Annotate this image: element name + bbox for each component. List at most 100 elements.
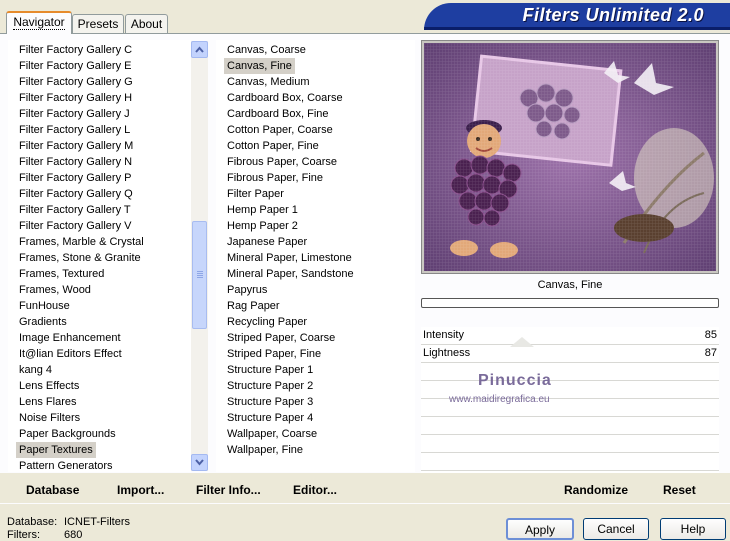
status-database-label: Database: [7,516,58,528]
list-item[interactable]: Mineral Paper, Limestone [224,250,355,266]
list-item[interactable]: Mineral Paper, Sandstone [224,266,357,282]
database-button[interactable]: Database [26,482,79,498]
chevron-down-icon [195,459,204,466]
param-value: 87 [704,347,717,359]
import-button[interactable]: Import... [117,482,164,498]
reset-button[interactable]: Reset [663,482,696,498]
list-item[interactable]: Rag Paper [224,298,283,314]
param-value: 85 [704,329,717,341]
list-item[interactable]: Filter Factory Gallery T [16,202,134,218]
list-item[interactable]: Structure Paper 4 [224,410,316,426]
watermark-url: www.maidiregrafica.eu [449,394,550,405]
scroll-up-button[interactable] [191,41,208,58]
list-item[interactable]: Filter Factory Gallery C [16,42,135,58]
list-item[interactable]: Cardboard Box, Coarse [224,90,346,106]
list-item[interactable]: Structure Paper 2 [224,378,316,394]
scroll-grip-icon [197,271,203,279]
preview-frame [421,40,719,274]
status-filters-label: Filters: [7,529,40,541]
list-item[interactable]: Filter Factory Gallery H [16,90,135,106]
scroll-down-button[interactable] [191,454,208,471]
list-item[interactable]: Frames, Wood [16,282,94,298]
list-item[interactable]: Papyrus [224,282,270,298]
tab-presets-label: Presets [77,17,119,31]
list-item[interactable]: Cotton Paper, Fine [224,138,322,154]
list-item[interactable]: Image Enhancement [16,330,124,346]
preview-image[interactable] [424,43,716,271]
list-item[interactable]: Wallpaper, Fine [224,442,306,458]
title-banner: Filters Unlimited 2.0 [424,3,730,30]
list-item[interactable]: Paper Backgrounds [16,426,119,442]
selected-filter-name: Canvas, Fine [537,279,603,291]
list-item[interactable]: Filter Factory Gallery N [16,154,135,170]
filter-info-button[interactable]: Filter Info... [196,482,261,498]
category-scrollbar[interactable] [191,41,208,471]
status-filters: Filters: 680 [7,529,82,541]
database-label: Database [26,483,80,497]
param-row-empty [421,435,719,453]
list-item[interactable]: Structure Paper 3 [224,394,316,410]
list-item[interactable]: Frames, Textured [16,266,107,282]
tab-about[interactable]: About [125,14,168,33]
scroll-thumb[interactable] [192,221,207,329]
tab-navigator[interactable]: Navigator [6,11,72,34]
tab-presets[interactable]: Presets [72,14,124,33]
list-item[interactable]: Cotton Paper, Coarse [224,122,336,138]
status-database: Database: ICNET-Filters [7,516,130,528]
filter-info-label: Filter Info... [196,483,261,497]
list-item[interactable]: Striped Paper, Coarse [224,330,338,346]
list-item[interactable]: Lens Effects [16,378,82,394]
status-database-value: ICNET-Filters [64,516,130,528]
list-item[interactable]: FunHouse [16,298,73,314]
list-item[interactable]: Filter Factory Gallery P [16,170,134,186]
chevron-up-icon [195,46,204,53]
list-item[interactable]: Fibrous Paper, Coarse [224,154,340,170]
list-item[interactable]: Hemp Paper 2 [224,218,301,234]
list-item[interactable]: Hemp Paper 1 [224,202,301,218]
editor-button[interactable]: Editor... [293,482,337,498]
list-item[interactable]: Recycling Paper [224,314,310,330]
list-item[interactable]: Structure Paper 1 [224,362,316,378]
param-name: Lightness [423,347,471,359]
watermark-name: Pinuccia [478,372,552,389]
banner-title: Filters Unlimited 2.0 [522,5,704,25]
list-item[interactable]: It@lian Editors Effect [16,346,125,362]
list-item[interactable]: Frames, Stone & Granite [16,250,144,266]
randomize-button[interactable]: Randomize [564,482,628,498]
editor-label: Editor... [293,483,338,497]
list-item[interactable]: Filter Factory Gallery G [16,74,136,90]
list-item[interactable]: Pattern Generators [16,458,116,472]
list-item[interactable]: Wallpaper, Coarse [224,426,320,442]
list-item[interactable]: Filter Factory Gallery V [16,218,134,234]
list-item[interactable]: Filter Factory Gallery J [16,106,133,122]
list-item[interactable]: Gradients [16,314,70,330]
randomize-label: Randomize [564,483,629,497]
list-item[interactable]: Canvas, Coarse [224,42,309,58]
filter-list[interactable]: Canvas, Coarse Canvas, Fine Canvas, Medium… [216,40,415,472]
param-row-empty [421,453,719,471]
category-list[interactable]: Filter Factory Gallery C Filter Factory G… [8,40,191,472]
list-item[interactable]: Filter Paper [224,186,287,202]
list-item[interactable]: Cardboard Box, Fine [224,106,332,122]
preview-photo [424,43,716,271]
list-item[interactable]: Japanese Paper [224,234,310,250]
list-item[interactable]: Fibrous Paper, Fine [224,170,326,186]
list-item[interactable]: Filter Factory Gallery M [16,138,136,154]
reset-label: Reset [663,483,696,497]
list-item[interactable]: Lens Flares [16,394,79,410]
param-row-lightness[interactable]: Lightness 87 [421,345,719,363]
list-item[interactable]: Filter Factory Gallery L [16,122,133,138]
list-item[interactable]: Striped Paper, Fine [224,346,324,362]
list-item[interactable]: Filter Factory Gallery E [16,58,134,74]
list-item[interactable]: kang 4 [16,362,55,378]
list-item[interactable]: Canvas, Medium [224,74,313,90]
list-item[interactable]: Noise Filters [16,410,83,426]
param-row-intensity[interactable]: Intensity 85 [421,327,719,345]
list-item[interactable]: Frames, Marble & Crystal [16,234,147,250]
param-name: Intensity [423,329,464,341]
parameters-panel: Intensity 85 Lightness 87 Pinuccia www.m… [421,327,719,473]
list-item[interactable]: Canvas, Fine [224,58,295,74]
slider-marker-icon [510,337,534,347]
list-item[interactable]: Paper Textures [16,442,96,458]
list-item[interactable]: Filter Factory Gallery Q [16,186,136,202]
